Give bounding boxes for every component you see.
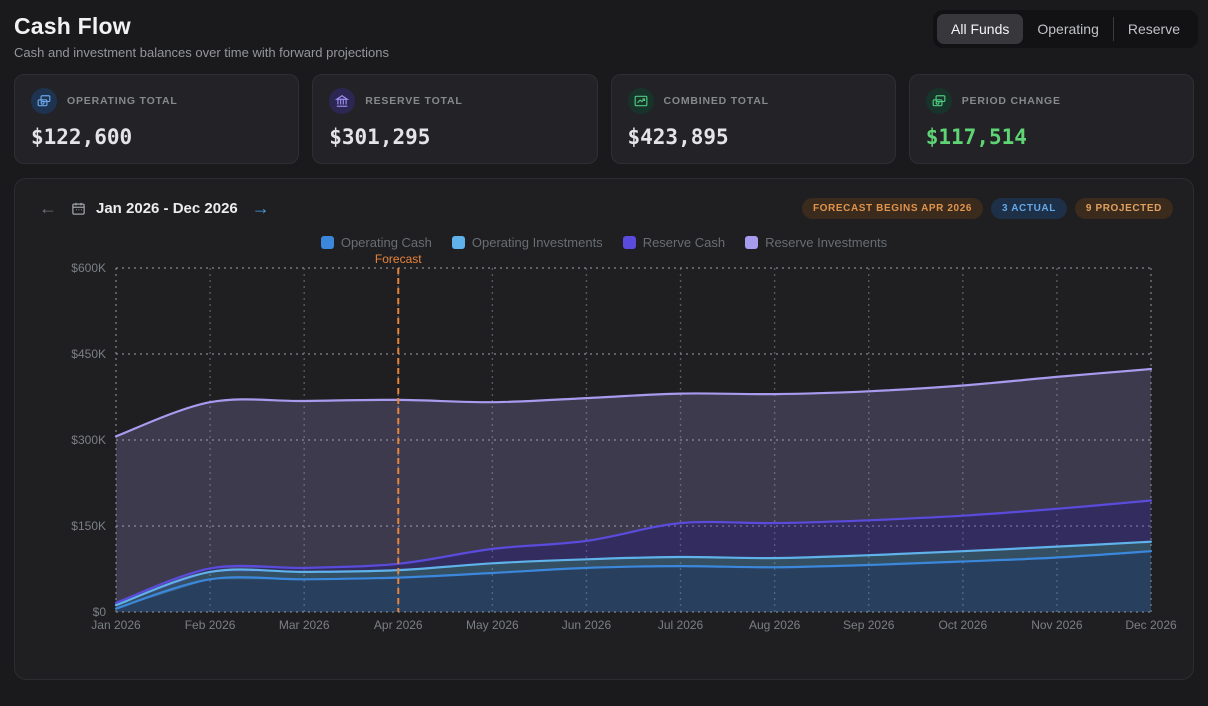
operating-cash-swatch-icon [321,236,334,249]
svg-text:Jun 2026: Jun 2026 [562,618,612,632]
svg-text:$0: $0 [93,605,107,619]
legend-label: Operating Cash [341,235,432,250]
stat-value: $301,295 [329,125,580,149]
svg-text:Aug 2026: Aug 2026 [749,618,801,632]
stat-card-combined-total: COMBINED TOTAL $423,895 [611,74,896,164]
prev-period-button[interactable]: ← [35,197,61,219]
tab-reserve[interactable]: Reserve [1114,14,1194,44]
chart-legend: Operating Cash Operating Investments Res… [15,235,1193,250]
stat-card-operating-total: OPERATING TOTAL $122,600 [14,74,299,164]
projected-count-badge: 9 PROJECTED [1075,198,1173,219]
legend-item-operating-investments[interactable]: Operating Investments [452,235,603,250]
stat-label: OPERATING TOTAL [67,95,178,107]
stat-value: $423,895 [628,125,879,149]
operating-investments-swatch-icon [452,236,465,249]
fund-tab-group: All Funds Operating Reserve [933,10,1198,48]
legend-item-reserve-cash[interactable]: Reserve Cash [623,235,725,250]
stat-label: PERIOD CHANGE [962,95,1061,107]
stat-label: COMBINED TOTAL [664,95,769,107]
legend-label: Operating Investments [472,235,603,250]
svg-text:$150K: $150K [71,519,106,533]
svg-text:Apr 2026: Apr 2026 [374,618,423,632]
chart-area[interactable]: $0 $150K $300K $450K $600K Jan 2026 Feb 2026 Ma… [15,252,1193,649]
svg-text:Feb 2026: Feb 2026 [185,618,236,632]
stat-value: $122,600 [31,125,282,149]
next-period-button[interactable]: → [248,197,274,219]
tab-operating[interactable]: Operating [1023,14,1112,44]
banknotes-icon [31,88,57,114]
svg-text:$600K: $600K [71,261,106,275]
svg-text:Sep 2026: Sep 2026 [843,618,895,632]
stat-label: RESERVE TOTAL [365,95,462,107]
stacked-area-chart[interactable]: $0 $150K $300K $450K $600K Jan 2026 Feb 2026 Ma… [15,252,1193,644]
actual-count-badge: 3 ACTUAL [991,198,1067,219]
svg-text:Jul 2026: Jul 2026 [658,618,704,632]
stat-card-period-change: PERIOD CHANGE $117,514 [909,74,1194,164]
svg-text:Oct 2026: Oct 2026 [938,618,987,632]
svg-text:$300K: $300K [71,433,106,447]
banknotes-icon [926,88,952,114]
svg-text:Jan 2026: Jan 2026 [91,618,141,632]
legend-item-operating-cash[interactable]: Operating Cash [321,235,432,250]
date-range-label[interactable]: Jan 2026 - Dec 2026 [96,200,238,217]
svg-text:Mar 2026: Mar 2026 [279,618,330,632]
stat-card-reserve-total: RESERVE TOTAL $301,295 [312,74,597,164]
svg-text:$450K: $450K [71,347,106,361]
stat-value: $117,514 [926,125,1177,149]
reserve-cash-swatch-icon [623,236,636,249]
cash-flow-chart-panel: ← Jan 2026 - Dec 2026 → FORECAST BEGINS … [14,178,1194,680]
legend-label: Reserve Investments [765,235,887,250]
calendar-icon [71,201,86,216]
svg-text:May 2026: May 2026 [466,618,519,632]
chart-nav: ← Jan 2026 - Dec 2026 → FORECAST BEGINS … [15,197,1193,219]
svg-text:Dec 2026: Dec 2026 [1125,618,1177,632]
legend-label: Reserve Cash [643,235,725,250]
bank-icon [329,88,355,114]
stats-row: OPERATING TOTAL $122,600 RESERVE TOTAL $… [14,74,1194,164]
reserve-investments-swatch-icon [745,236,758,249]
legend-item-reserve-investments[interactable]: Reserve Investments [745,235,887,250]
chart-up-icon [628,88,654,114]
forecast-begins-badge: FORECAST BEGINS APR 2026 [802,198,983,219]
tab-all-funds[interactable]: All Funds [937,14,1023,44]
svg-text:Forecast: Forecast [375,252,422,266]
page-header: Cash Flow Cash and investment balances o… [0,0,1208,60]
badge-row: FORECAST BEGINS APR 2026 3 ACTUAL 9 PROJ… [802,198,1173,219]
svg-text:Nov 2026: Nov 2026 [1031,618,1083,632]
